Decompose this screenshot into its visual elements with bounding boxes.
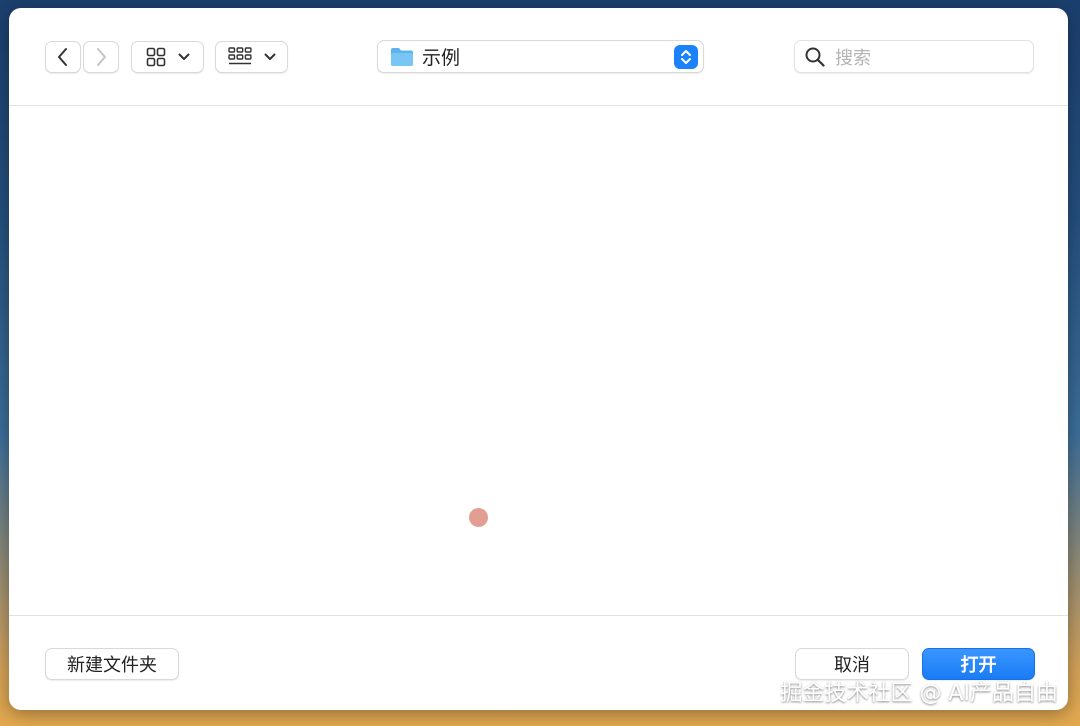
chevron-down-icon <box>264 53 275 60</box>
watermark: 掘金技术社区 @ AI产品自由 <box>780 681 1058 706</box>
search-field[interactable]: 搜索 <box>794 40 1034 73</box>
back-button[interactable] <box>45 41 81 73</box>
chevron-right-icon <box>97 48 106 66</box>
file-browser-area[interactable] <box>9 106 1068 615</box>
cursor-indicator <box>469 508 488 527</box>
gallery-icon <box>227 47 252 65</box>
new-folder-button[interactable]: 新建文件夹 <box>45 648 179 680</box>
chevron-down-icon <box>178 53 189 60</box>
stepper-icon <box>674 45 698 69</box>
toolbar: 示例 搜索 <box>9 8 1068 106</box>
forward-button[interactable] <box>83 41 119 73</box>
icon-view-button[interactable] <box>131 41 204 73</box>
grid-icon <box>146 47 165 67</box>
location-label: 示例 <box>422 47 461 69</box>
folder-icon <box>391 47 413 66</box>
search-placeholder: 搜索 <box>835 47 871 69</box>
open-file-dialog: 示例 搜索 新建文件夹 取消 打开 <box>9 8 1068 710</box>
group-view-button[interactable] <box>215 41 288 73</box>
search-icon <box>805 47 825 67</box>
chevron-left-icon <box>58 48 67 66</box>
location-popup[interactable]: 示例 <box>377 40 704 73</box>
